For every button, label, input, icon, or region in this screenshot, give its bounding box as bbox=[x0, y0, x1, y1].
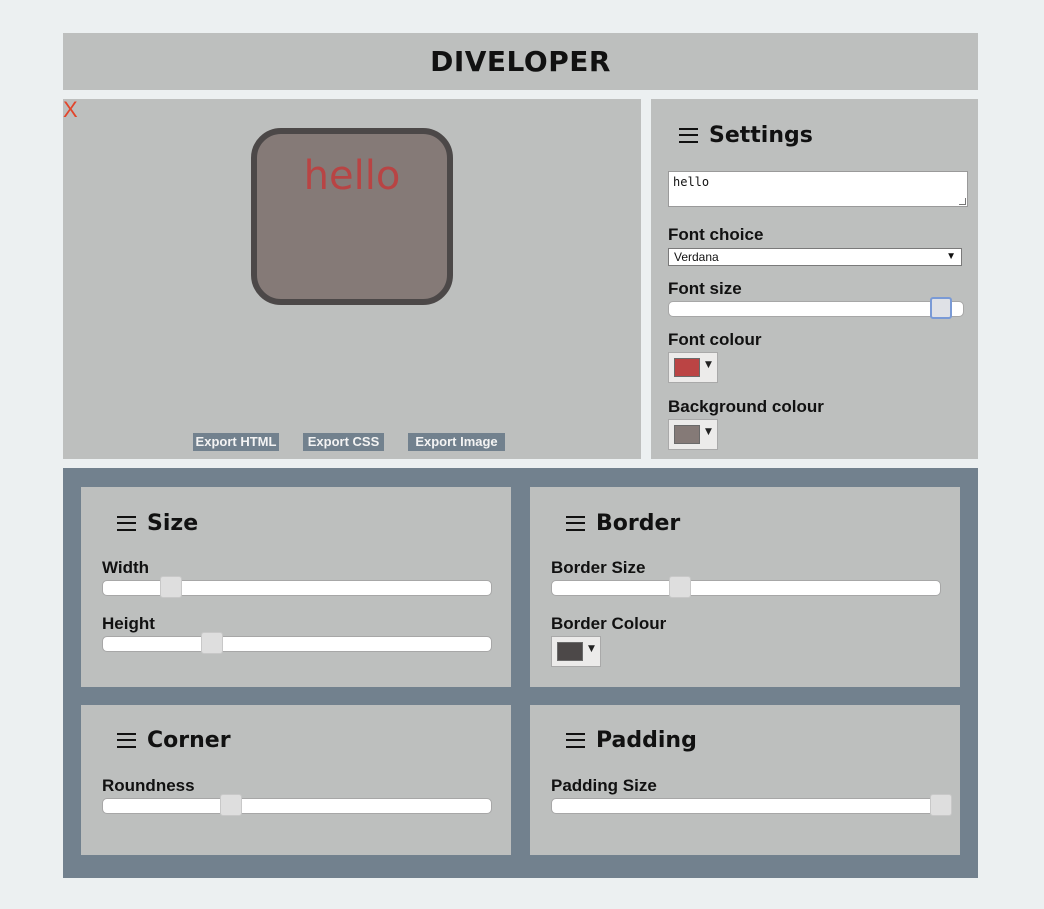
corner-card: Corner Roundness bbox=[81, 705, 511, 855]
width-slider[interactable] bbox=[102, 576, 492, 598]
chevron-down-icon: ▼ bbox=[588, 644, 595, 654]
padding-size-label: Padding Size bbox=[551, 776, 657, 795]
padding-size-slider[interactable] bbox=[551, 794, 952, 816]
padding-title: Padding bbox=[566, 728, 697, 753]
border-colour-label: Border Colour bbox=[551, 614, 667, 633]
background-colour-label: Background colour bbox=[668, 397, 824, 416]
corner-title: Corner bbox=[117, 728, 231, 753]
resize-grip-icon[interactable] bbox=[959, 198, 966, 205]
background-colour-swatch bbox=[674, 425, 700, 444]
preview-div: hello bbox=[251, 128, 453, 305]
app-header: DIVELOPER bbox=[63, 33, 978, 90]
border-colour-picker[interactable]: ▼ bbox=[551, 636, 601, 667]
text-input-value: hello bbox=[673, 175, 710, 189]
border-title-label: Border bbox=[596, 511, 681, 536]
size-card: Size Width Height bbox=[81, 487, 511, 687]
settings-title: Settings bbox=[679, 123, 813, 148]
border-size-slider[interactable] bbox=[551, 576, 941, 598]
height-slider[interactable] bbox=[102, 632, 492, 654]
preview-panel: X hello Export HTML Export CSS Export Im… bbox=[63, 97, 641, 459]
font-size-slider-thumb[interactable] bbox=[930, 297, 952, 319]
font-size-slider[interactable] bbox=[668, 297, 964, 319]
size-title-label: Size bbox=[147, 511, 199, 536]
export-html-button[interactable]: Export HTML bbox=[193, 433, 279, 451]
padding-title-label: Padding bbox=[596, 728, 697, 753]
font-colour-label: Font colour bbox=[668, 330, 762, 349]
font-choice-value: Verdana bbox=[674, 250, 719, 264]
roundness-slider-thumb[interactable] bbox=[220, 794, 242, 816]
border-colour-swatch bbox=[557, 642, 583, 661]
width-label: Width bbox=[102, 558, 150, 577]
export-css-button[interactable]: Export CSS bbox=[303, 433, 384, 451]
font-colour-swatch bbox=[674, 358, 700, 377]
chevron-down-icon: ▼ bbox=[705, 360, 712, 370]
border-size-label: Border Size bbox=[551, 558, 646, 577]
size-title: Size bbox=[117, 511, 198, 536]
text-input[interactable]: hello bbox=[668, 171, 968, 207]
hamburger-menu-icon[interactable] bbox=[679, 127, 698, 144]
border-card: Border Border Size Border Colour ▼ bbox=[530, 487, 960, 687]
width-slider-thumb[interactable] bbox=[160, 576, 182, 598]
border-size-slider-thumb[interactable] bbox=[669, 576, 691, 598]
background-colour-picker[interactable]: ▼ bbox=[668, 419, 718, 450]
close-icon[interactable]: X bbox=[63, 97, 78, 123]
height-label: Height bbox=[102, 614, 155, 633]
padding-card: Padding Padding Size bbox=[530, 705, 960, 855]
chevron-down-icon: ▼ bbox=[946, 251, 956, 262]
app-title: DIVELOPER bbox=[430, 45, 611, 78]
hamburger-menu-icon[interactable] bbox=[566, 732, 585, 749]
settings-title-label: Settings bbox=[709, 123, 813, 148]
roundness-label: Roundness bbox=[102, 776, 195, 795]
hamburger-menu-icon[interactable] bbox=[117, 732, 136, 749]
hamburger-menu-icon[interactable] bbox=[117, 515, 136, 532]
padding-size-slider-thumb[interactable] bbox=[930, 794, 952, 816]
preview-text: hello bbox=[303, 153, 401, 199]
roundness-slider[interactable] bbox=[102, 794, 492, 816]
font-colour-picker[interactable]: ▼ bbox=[668, 352, 718, 383]
hamburger-menu-icon[interactable] bbox=[566, 515, 585, 532]
export-image-button[interactable]: Export Image bbox=[408, 433, 505, 451]
controls-panel: Size Width Height Border Border Size Bor… bbox=[63, 468, 978, 878]
font-choice-label: Font choice bbox=[668, 225, 764, 244]
chevron-down-icon: ▼ bbox=[705, 427, 712, 437]
border-title: Border bbox=[566, 511, 680, 536]
settings-panel: Settings hello Font choice Verdana ▼ Fon… bbox=[651, 99, 978, 459]
font-size-label: Font size bbox=[668, 279, 742, 298]
height-slider-thumb[interactable] bbox=[201, 632, 223, 654]
corner-title-label: Corner bbox=[147, 728, 231, 753]
font-choice-select[interactable]: Verdana ▼ bbox=[668, 248, 962, 266]
